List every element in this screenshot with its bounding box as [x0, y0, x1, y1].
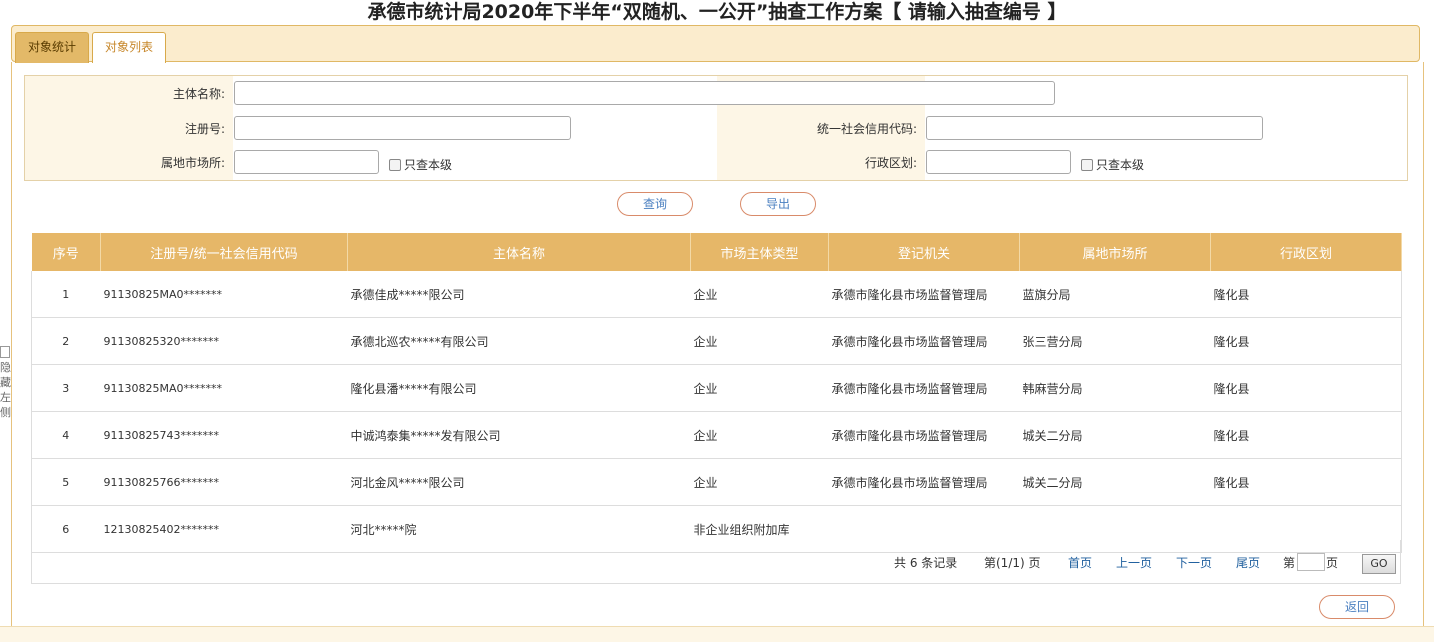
cell-authority: 承德市隆化县市场监督管理局 [828, 458, 1020, 506]
tab-object-list[interactable]: 对象列表 [92, 32, 166, 63]
cell-name: 隆化县潘*****有限公司 [347, 364, 691, 412]
table-header-row: 序号 注册号/统一社会信用代码 主体名称 市场主体类型 登记机关 属地市场所 行… [31, 233, 1402, 271]
admin-region-level-checkbox[interactable]: 只查本级 [1081, 156, 1144, 173]
cell-code: 91130825766******* [100, 458, 348, 506]
cell-office: 城关二分局 [1019, 411, 1211, 459]
admin-region-input[interactable] [926, 150, 1071, 174]
credit-code-input[interactable] [926, 116, 1263, 140]
export-button[interactable]: 导出 [740, 192, 816, 216]
cell-code: 91130825743******* [100, 411, 348, 459]
checkbox-icon [1081, 158, 1093, 171]
table-row[interactable]: 2 91130825320******* 承德北巡农*****有限公司 企业 承… [31, 317, 1402, 365]
market-office-level-label: 只查本级 [404, 158, 453, 172]
page-indicator: 第(1/1) 页 [984, 556, 1041, 570]
cell-region: 隆化县 [1210, 458, 1402, 506]
market-office-level-checkbox[interactable]: 只查本级 [389, 156, 452, 173]
search-form: 主体名称: 注册号: 统一社会信用代码: 属地市场所: 只查本级 行政区划: 只… [24, 75, 1408, 181]
last-page-link[interactable]: 尾页 [1236, 554, 1260, 571]
col-header-region: 行政区划 [1210, 233, 1402, 271]
table-row[interactable]: 5 91130825766******* 河北金风*****限公司 企业 承德市… [31, 458, 1402, 506]
cell-office: 城关二分局 [1019, 458, 1211, 506]
prev-page-link[interactable]: 上一页 [1116, 554, 1152, 571]
cell-name: 河北金风*****限公司 [347, 458, 691, 506]
goto-suffix: 页 [1326, 556, 1339, 570]
total-records: 共 6 条记录 [894, 556, 958, 570]
subject-name-label: 主体名称: [172, 87, 225, 101]
pagination: 共 6 条记录 第(1/1) 页 首页 上一页 下一页 尾页 第 页 GO [31, 540, 1401, 584]
credit-code-label: 统一社会信用代码: [816, 122, 917, 136]
cell-index: 5 [31, 458, 101, 506]
col-header-index: 序号 [31, 233, 101, 271]
cell-index: 3 [31, 364, 101, 412]
admin-region-label: 行政区划: [864, 156, 917, 170]
tab-object-stats[interactable]: 对象统计 [15, 32, 89, 63]
col-header-office: 属地市场所 [1019, 233, 1211, 271]
next-page-link[interactable]: 下一页 [1176, 554, 1212, 571]
cell-type: 企业 [690, 364, 829, 412]
go-button[interactable]: GO [1362, 554, 1396, 574]
goto-page-input[interactable] [1297, 553, 1325, 571]
cell-authority: 承德市隆化县市场监督管理局 [828, 411, 1020, 459]
results-table: 序号 注册号/统一社会信用代码 主体名称 市场主体类型 登记机关 属地市场所 行… [31, 233, 1402, 553]
cell-region: 隆化县 [1210, 271, 1402, 318]
cell-index: 2 [31, 317, 101, 365]
col-header-name: 主体名称 [347, 233, 691, 271]
goto-prefix: 第 [1283, 556, 1296, 570]
cell-type: 企业 [690, 317, 829, 365]
bottom-band [0, 626, 1434, 642]
admin-region-level-label: 只查本级 [1096, 158, 1145, 172]
col-header-authority: 登记机关 [828, 233, 1020, 271]
cell-office: 韩麻营分局 [1019, 364, 1211, 412]
cell-type: 企业 [690, 411, 829, 459]
broken-image-icon [0, 346, 10, 358]
cell-authority: 承德市隆化县市场监督管理局 [828, 364, 1020, 412]
first-page-link[interactable]: 首页 [1068, 554, 1092, 571]
cell-code: 91130825MA0******* [100, 364, 348, 412]
table-row[interactable]: 4 91130825743******* 中诚鸿泰集*****发有限公司 企业 … [31, 411, 1402, 459]
cell-region: 隆化县 [1210, 364, 1402, 412]
cell-name: 承德佳成*****限公司 [347, 271, 691, 318]
reg-no-input[interactable] [234, 116, 571, 140]
cell-index: 4 [31, 411, 101, 459]
cell-index: 1 [31, 271, 101, 318]
page-title: 承德市统计局2020年下半年“双随机、一公开”抽查工作方案【 请输入抽查编号 】 [367, 1, 1067, 23]
query-button[interactable]: 查询 [617, 192, 693, 216]
col-header-type: 市场主体类型 [690, 233, 829, 271]
cell-authority: 承德市隆化县市场监督管理局 [828, 271, 1020, 318]
cell-office: 蓝旗分局 [1019, 271, 1211, 318]
col-header-code: 注册号/统一社会信用代码 [100, 233, 348, 271]
checkbox-icon [389, 158, 401, 171]
market-office-input[interactable] [234, 150, 379, 174]
tab-bar: 对象统计 对象列表 [11, 25, 1420, 63]
cell-office: 张三营分局 [1019, 317, 1211, 365]
cell-name: 中诚鸿泰集*****发有限公司 [347, 411, 691, 459]
table-row[interactable]: 3 91130825MA0******* 隆化县潘*****有限公司 企业 承德… [31, 364, 1402, 412]
cell-code: 91130825320******* [100, 317, 348, 365]
cell-region: 隆化县 [1210, 411, 1402, 459]
back-button[interactable]: 返回 [1319, 595, 1395, 619]
cell-name: 承德北巡农*****有限公司 [347, 317, 691, 365]
market-office-label: 属地市场所: [160, 156, 225, 170]
table-row[interactable]: 1 91130825MA0******* 承德佳成*****限公司 企业 承德市… [31, 271, 1402, 318]
cell-type: 企业 [690, 271, 829, 318]
subject-name-input[interactable] [234, 81, 1055, 105]
reg-no-label: 注册号: [184, 122, 225, 136]
cell-type: 企业 [690, 458, 829, 506]
cell-code: 91130825MA0******* [100, 271, 348, 318]
cell-authority: 承德市隆化县市场监督管理局 [828, 317, 1020, 365]
cell-region: 隆化县 [1210, 317, 1402, 365]
